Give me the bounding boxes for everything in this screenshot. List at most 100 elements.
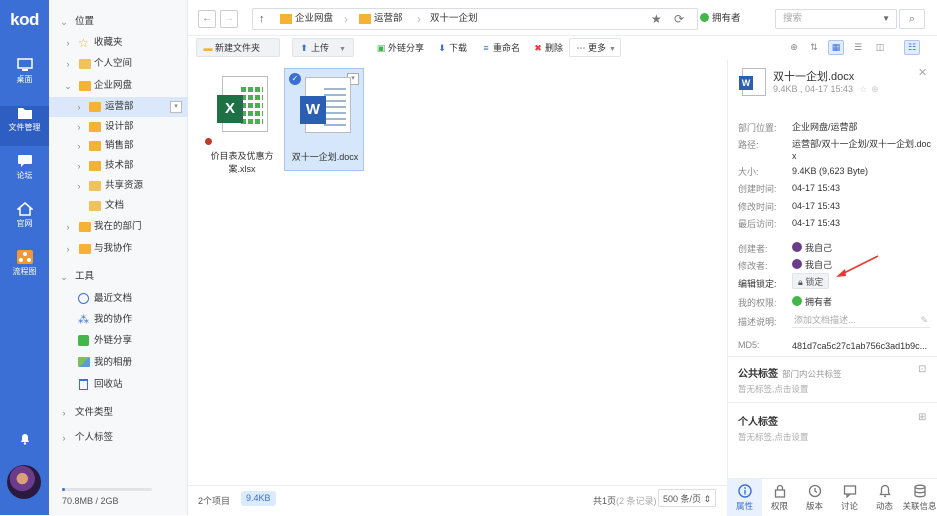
tree-personal-space[interactable]: › 个人空间 <box>49 54 188 74</box>
zoom-icon[interactable]: ⊕ <box>786 40 802 55</box>
notification-bell-icon[interactable] <box>19 433 31 445</box>
app-logo[interactable]: kod <box>0 10 49 30</box>
tree-dept-design[interactable]: › 设计部 <box>49 117 188 137</box>
chevron-down-icon[interactable]: ▼ <box>882 10 890 28</box>
add-tag-icon[interactable]: ⊞ <box>918 412 926 423</box>
info-icon <box>737 484 752 498</box>
more-button[interactable]: ⋯ 更多 ▼ <box>569 38 621 57</box>
tool-label: 我的相册 <box>94 357 133 368</box>
tree-location-header[interactable]: ⌄ 位置 <box>49 12 188 32</box>
detail-panel-toggle-icon[interactable]: ☷ <box>904 40 920 55</box>
public-tags-empty[interactable]: 暂无标签,点击设置 <box>738 383 808 395</box>
tree-shared-label: 共享资源 <box>105 180 144 191</box>
download-icon: ⬇ <box>438 43 446 53</box>
pin-icon[interactable]: ⊕ <box>871 84 879 94</box>
tree-tools-header[interactable]: ⌄ 工具 <box>49 267 188 287</box>
folder-icon <box>79 81 91 91</box>
back-button[interactable]: ← <box>198 10 216 28</box>
download-button[interactable]: ⬇ 下载 <box>430 38 472 57</box>
public-tags-header: 公共标签 部门内公共标签 <box>738 365 842 380</box>
rename-icon: ≡ <box>483 43 489 53</box>
avatar <box>792 242 802 252</box>
clock-icon <box>78 293 89 304</box>
tool-recent-docs[interactable]: 最近文档 <box>49 289 188 309</box>
upload-button[interactable]: ⬆ 上传 ▼ <box>292 38 354 57</box>
sort-icon[interactable]: ⇅ <box>806 40 822 55</box>
tree-favorites[interactable]: › ☆ 收藏夹 <box>49 33 188 53</box>
crumb-current[interactable]: 双十一企划 <box>430 9 478 29</box>
grid-view-icon[interactable]: ▦ <box>828 40 844 55</box>
folder-icon <box>79 244 91 254</box>
owner-label: 拥有者 <box>712 13 741 24</box>
quota-bar <box>62 488 152 491</box>
nav-desktop[interactable]: 桌面 <box>0 58 49 98</box>
lock-button[interactable]: 🔒︎ 锁定 <box>792 273 830 289</box>
nav-file-manager[interactable]: 文件管理 <box>0 106 49 146</box>
up-arrow-icon[interactable]: ↑ <box>259 9 265 29</box>
file-name: 双十一企划.docx <box>291 152 359 162</box>
search-input[interactable]: 搜索 ▼ <box>775 9 897 29</box>
list-view-icon[interactable]: ☰ <box>850 40 866 55</box>
new-folder-button[interactable]: ▬ 新建文件夹 <box>196 38 280 57</box>
refresh-icon[interactable]: ⟳ <box>674 9 684 29</box>
tab-label: 权限 <box>770 501 788 511</box>
nav-forum[interactable]: 论坛 <box>0 154 49 194</box>
tab-discussion[interactable]: 讨论 <box>832 479 867 516</box>
tree-personal-tags[interactable]: › 个人标签 <box>49 428 188 448</box>
tree-enterprise-disk[interactable]: ⌄ 企业网盘 <box>49 76 188 96</box>
tool-label: 我的协作 <box>94 314 133 325</box>
tree-shared-resources[interactable]: › 共享资源 <box>49 176 188 196</box>
tree-enterprise-label: 企业网盘 <box>94 80 133 91</box>
tab-properties[interactable]: 属性 <box>727 479 762 516</box>
folder-icon <box>359 14 371 24</box>
tree-file-types[interactable]: › 文件类型 <box>49 403 188 423</box>
tree-my-dept[interactable]: › 我在的部门 <box>49 217 188 237</box>
crumb-operations[interactable]: 运营部 <box>374 9 403 29</box>
home-icon <box>16 202 33 216</box>
tab-related-info[interactable]: 关联信息 <box>902 479 937 516</box>
folder-icon <box>79 222 91 232</box>
prop-value: 9.4KB (9,623 Byte) <box>792 166 869 176</box>
star-icon[interactable]: ☆ <box>859 84 867 94</box>
delete-button[interactable]: ✖ 删除 <box>526 38 568 57</box>
link-share-button[interactable]: ▣ 外链分享 <box>369 38 429 57</box>
tag-settings-icon[interactable]: ⊡ <box>918 364 926 375</box>
nav-website[interactable]: 官网 <box>0 202 49 242</box>
close-icon[interactable]: ✕ <box>918 66 927 79</box>
tree-documents[interactable]: 文档 <box>49 196 188 216</box>
tree-dept-label: 销售部 <box>105 140 134 151</box>
per-page-select[interactable]: 500 条/页 ⇕ <box>658 489 717 507</box>
image-icon <box>78 357 90 367</box>
tree-dept-sales[interactable]: › 销售部 <box>49 136 188 156</box>
star-icon[interactable]: ★ <box>651 9 662 29</box>
tool-my-album[interactable]: 我的相册 <box>49 353 188 373</box>
tool-recycle-bin[interactable]: 回收站 <box>49 375 188 395</box>
tool-link-share[interactable]: 外链分享 <box>49 331 188 351</box>
file-item-xlsx[interactable]: X 价目表及优惠方案.xlsx <box>202 68 282 174</box>
split-view-icon[interactable]: ◫ <box>872 40 888 55</box>
tab-label: 版本 <box>805 501 823 511</box>
public-tags-note: 部门内公共标签 <box>782 369 842 379</box>
description-input[interactable]: 添加文档描述... ✎ <box>792 312 930 328</box>
rename-button[interactable]: ≡ 重命名 <box>474 38 524 57</box>
tree-location-label: 位置 <box>75 16 95 27</box>
dropdown-icon[interactable]: ▾ <box>170 101 182 113</box>
tool-my-collab[interactable]: ⁂ 我的协作 <box>49 310 188 330</box>
personal-tags-empty[interactable]: 暂无标签,点击设置 <box>738 431 808 443</box>
tree-dept-tech[interactable]: › 技术部 <box>49 156 188 176</box>
tool-label: 外链分享 <box>94 335 133 346</box>
tree-dept-operations[interactable]: › 运营部 ▾ <box>49 97 188 117</box>
checked-icon[interactable]: ✓ <box>289 73 301 85</box>
tab-activity[interactable]: 动态 <box>867 479 902 516</box>
arrow-right-icon: → <box>224 13 234 24</box>
tree-collab-with-me[interactable]: › 与我协作 <box>49 239 188 259</box>
crumb-enterprise[interactable]: 企业网盘 <box>295 9 333 29</box>
forward-button[interactable]: → <box>220 10 238 28</box>
tab-permissions[interactable]: 权限 <box>762 479 797 516</box>
tab-versions[interactable]: 版本 <box>797 479 832 516</box>
file-item-docx[interactable]: ✓ ▾ W 双十一企划.docx <box>284 68 364 171</box>
creator: 我自己 <box>792 242 932 254</box>
nav-flowchart[interactable]: 流程图 <box>0 250 49 290</box>
search-button[interactable]: ⌕ <box>899 9 925 29</box>
user-avatar[interactable] <box>7 465 41 499</box>
